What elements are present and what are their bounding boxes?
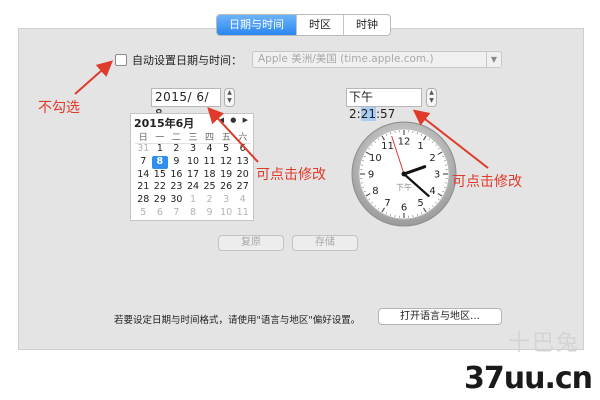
tab-time-zone[interactable]: 时区 — [297, 15, 344, 35]
tab-clock[interactable]: 时钟 — [344, 15, 390, 35]
watermark-cn: 十巴兔 — [507, 331, 580, 356]
tab-date-time[interactable]: 日期与时间 — [217, 15, 297, 35]
arrow-to-checkbox — [74, 60, 113, 95]
watermark-site: 37uu.cn — [464, 361, 593, 396]
arrow-to-date-field — [207, 107, 259, 163]
arrow-to-time-field — [412, 109, 489, 169]
tab-bar: 日期与时间 时区 时钟 — [216, 14, 391, 36]
